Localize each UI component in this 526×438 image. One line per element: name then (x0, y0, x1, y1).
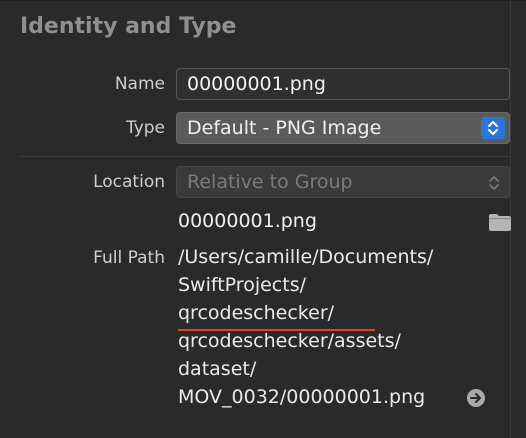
arrow-right-circle-icon[interactable] (466, 388, 486, 408)
path-line: qrcodeschecker/ (178, 302, 335, 324)
section-title: Identity and Type (20, 14, 237, 39)
chevron-updown-icon[interactable] (481, 117, 505, 139)
path-line: MOV_0032/00000001.png (178, 386, 426, 408)
type-select-value: Default - PNG Image (187, 117, 382, 139)
path-line: /Users/camille/Documents/ (178, 246, 434, 268)
type-label: Type (125, 118, 165, 138)
folder-icon[interactable] (488, 212, 512, 232)
chevron-updown-icon (489, 176, 499, 190)
path-line: dataset/ (178, 358, 257, 380)
top-border (0, 0, 526, 1)
divider (20, 156, 510, 157)
location-select-value: Relative to Group (187, 171, 353, 193)
location-select[interactable]: Relative to Group (176, 166, 510, 198)
location-label: Location (93, 172, 165, 192)
name-label: Name (114, 74, 165, 94)
type-select[interactable]: Default - PNG Image (176, 112, 510, 144)
path-line: qrcodeschecker/assets/ (178, 330, 401, 352)
path-line: SwiftProjects/ (178, 274, 306, 296)
name-field[interactable]: 00000001.png (176, 68, 510, 100)
file-name-text: 00000001.png (178, 210, 317, 232)
full-path-label: Full Path (93, 248, 165, 268)
